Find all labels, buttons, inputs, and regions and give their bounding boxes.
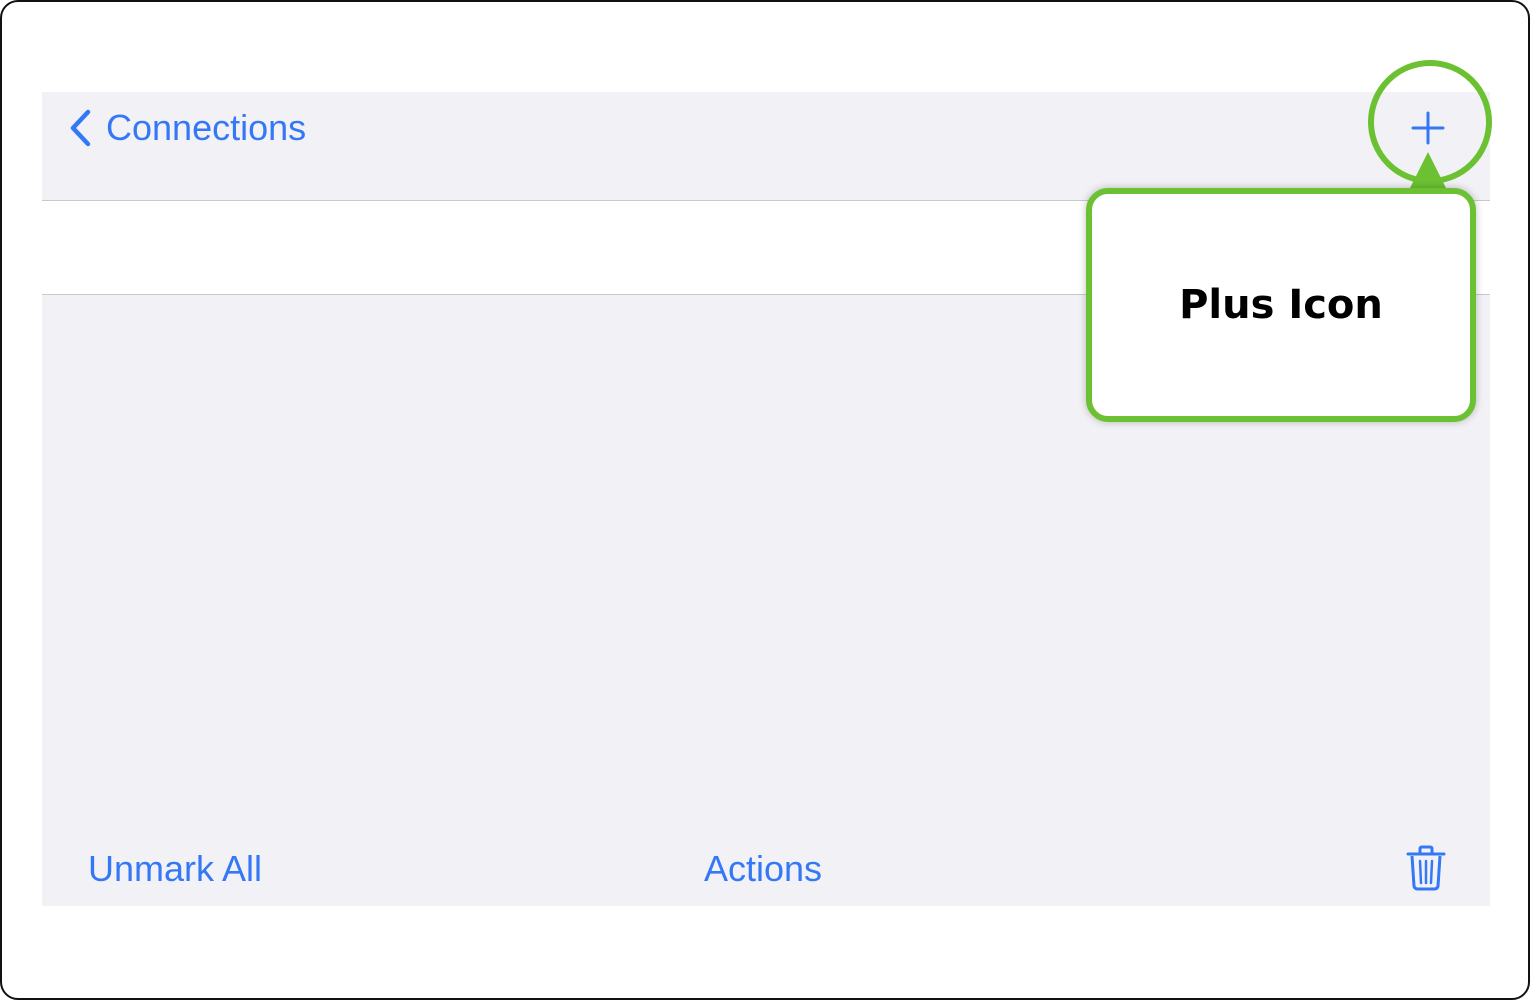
back-button[interactable]: Connections [68,106,306,150]
callout-box: Plus Icon [1086,188,1476,422]
screenshot-frame: Connections Unmark All Actions Plus Icon [0,0,1530,1000]
callout-pointer [1408,152,1448,192]
chevron-left-icon [70,109,91,147]
back-button-label: Connections [106,107,307,148]
callout-text: Plus Icon [1179,282,1383,328]
delete-button[interactable] [1404,844,1448,892]
navigation-bar: Connections [42,92,1490,201]
unmark-all-button[interactable]: Unmark All [88,848,262,890]
trash-icon [1406,845,1446,891]
actions-button[interactable]: Actions [704,848,822,890]
